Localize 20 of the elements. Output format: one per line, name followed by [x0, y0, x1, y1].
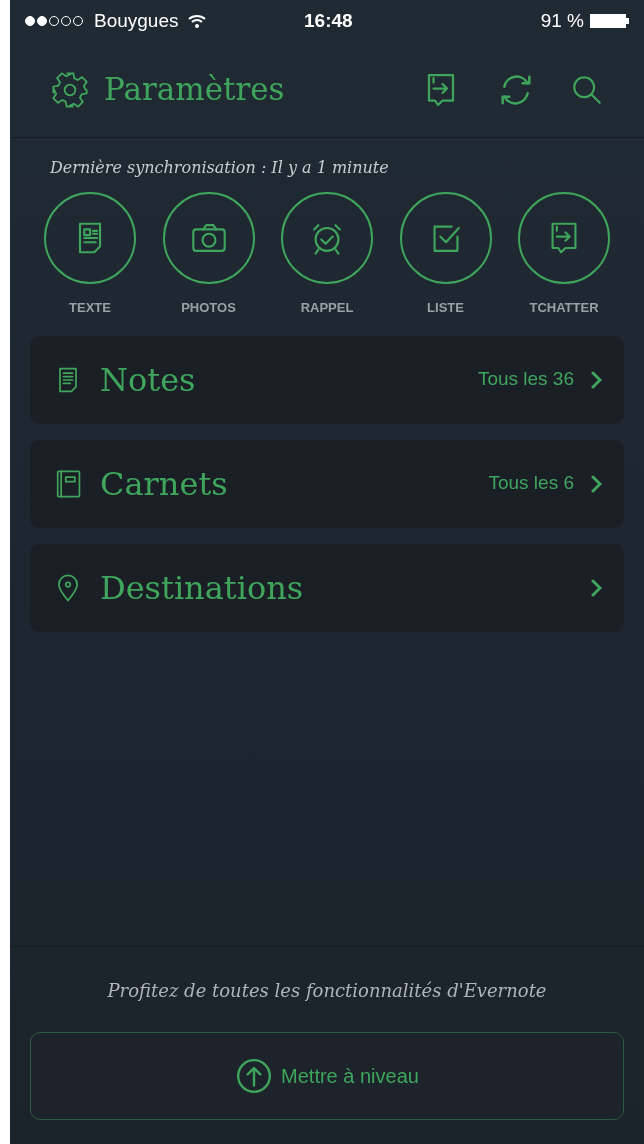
promo-text: Profitez de toutes les fonctionnalités d'Evernote [106, 979, 548, 1003]
wifi-icon [186, 13, 207, 29]
chevron-right-icon [590, 578, 602, 597]
clock: 16:48 [304, 8, 353, 33]
section-row[interactable]: Destinations [30, 543, 624, 632]
section-row[interactable]: Carnets Tous les 6 [30, 439, 624, 528]
section-row[interactable]: Notes Tous les 36 [30, 335, 624, 424]
count-label: Tous les 36 [477, 367, 574, 392]
count-label: Tous les 6 [488, 471, 574, 496]
last-sync-text: Dernière synchronisation : Il y a 1 minute [49, 157, 390, 179]
battery-icon [590, 14, 630, 28]
upgrade-button[interactable]: Mettre à niveau [30, 1032, 624, 1120]
carrier-name: Bouygues [94, 8, 179, 33]
settings-button[interactable]: Paramètres [50, 66, 285, 113]
arrow-up-circle-icon [235, 1057, 274, 1095]
chevron-right-icon [590, 370, 602, 389]
settings-icon [50, 69, 90, 110]
signal-icon [24, 15, 86, 27]
battery-percentage: 91 % [540, 8, 584, 33]
chevron-right-icon [590, 474, 602, 493]
